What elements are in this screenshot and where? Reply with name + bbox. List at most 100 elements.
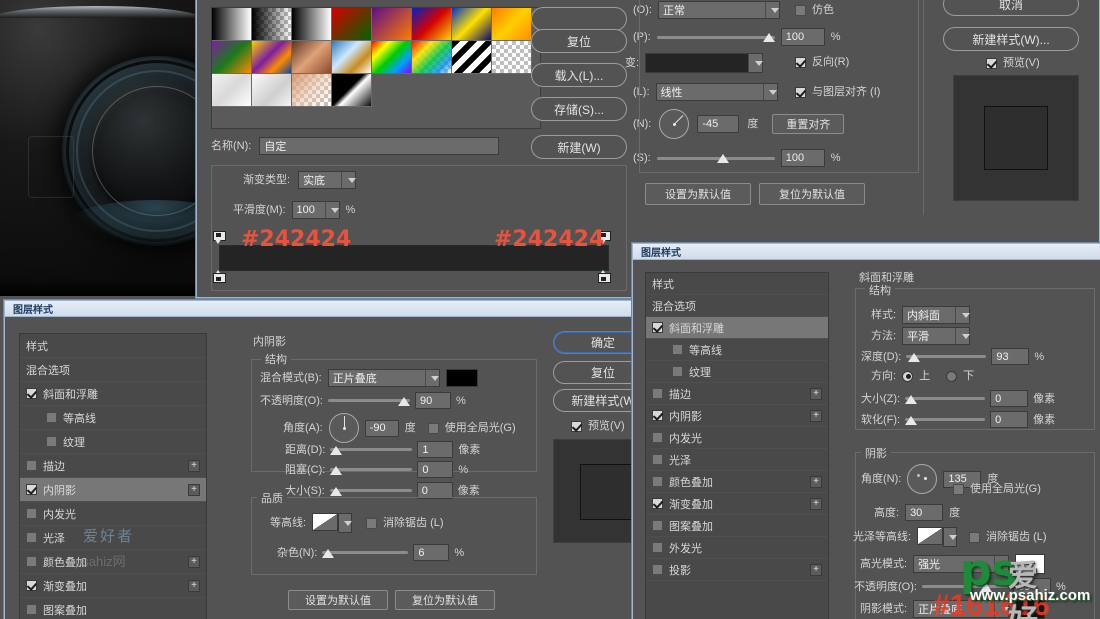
- chevron-down-icon[interactable]: [424, 370, 440, 386]
- gradient-preset-violet-orange[interactable]: [372, 8, 412, 41]
- is-global-light-checkbox[interactable]: [427, 422, 439, 434]
- blending-options-row[interactable]: 混合选项: [646, 295, 828, 317]
- is-size-slider[interactable]: [329, 484, 412, 498]
- effect-checkbox[interactable]: [26, 556, 37, 567]
- chevron-down-icon[interactable]: [943, 527, 958, 547]
- is-noise-input[interactable]: 6: [413, 544, 450, 561]
- effect-row-8[interactable]: 渐变叠加 +: [20, 574, 206, 598]
- effect-checkbox[interactable]: [672, 366, 683, 377]
- gradient-preset-steel-bar[interactable]: [212, 74, 252, 107]
- effect-checkbox[interactable]: [652, 542, 663, 553]
- gradient-save-button[interactable]: 存储(S)...: [531, 97, 627, 121]
- effect-row-1[interactable]: 等高线: [20, 406, 206, 430]
- effect-checkbox[interactable]: [652, 388, 663, 399]
- add-effect-icon[interactable]: +: [188, 483, 200, 496]
- gradient-preset-chrome[interactable]: [332, 41, 372, 74]
- effect-checkbox[interactable]: [26, 532, 37, 543]
- gradient-smoothness-input[interactable]: 100: [291, 201, 340, 219]
- effect-checkbox[interactable]: [26, 484, 37, 495]
- effect-row-0[interactable]: 斜面和浮雕: [20, 382, 206, 406]
- is-contour-thumbnail[interactable]: [312, 513, 339, 531]
- bevel-angle-dial[interactable]: [907, 464, 938, 494]
- bevel-direction-down-radio[interactable]: [946, 370, 958, 382]
- add-effect-icon[interactable]: +: [810, 475, 822, 488]
- gradient-type-select[interactable]: 实底: [298, 171, 357, 189]
- chevron-down-icon[interactable]: [338, 513, 353, 533]
- effect-row-4[interactable]: 内阴影 +: [20, 478, 206, 502]
- gradient-preset-red-green[interactable]: [332, 8, 372, 41]
- chevron-down-icon[interactable]: [955, 307, 970, 323]
- effect-checkbox[interactable]: [652, 564, 663, 575]
- bevel-size-input[interactable]: 0: [990, 390, 1029, 407]
- add-effect-icon[interactable]: +: [810, 409, 822, 422]
- gradient-preset-blue-red-yellow[interactable]: [412, 8, 452, 41]
- is-blendmode-select[interactable]: 正片叠底: [327, 369, 440, 387]
- add-effect-icon[interactable]: +: [188, 579, 200, 592]
- bevel-technique-select[interactable]: 平滑: [902, 327, 971, 345]
- bevel-highlight-mode-select[interactable]: 强光: [913, 555, 1010, 573]
- effect-row-8[interactable]: 渐变叠加 +: [646, 493, 828, 515]
- is-color-swatch[interactable]: [445, 369, 478, 387]
- bevel-direction-up-radio[interactable]: [902, 370, 914, 382]
- effect-checkbox[interactable]: [652, 432, 663, 443]
- gradient-preset-black-fade[interactable]: [332, 74, 372, 107]
- bevel-depth-slider[interactable]: [906, 350, 987, 364]
- gradient-preset-transparent-stripes[interactable]: [452, 41, 492, 74]
- gradient-preset-foreground-to-background[interactable]: [212, 8, 252, 41]
- ls-preview-checkbox[interactable]: [986, 57, 997, 69]
- effect-row-2[interactable]: 纹理: [20, 430, 206, 454]
- bevel-highlight-color-swatch[interactable]: [1015, 554, 1046, 574]
- effect-row-9[interactable]: 图案叠加: [646, 515, 828, 537]
- effect-checkbox[interactable]: [672, 344, 683, 355]
- is-choke-input[interactable]: 0: [417, 461, 454, 478]
- styles-header-row[interactable]: 样式: [646, 273, 828, 295]
- effect-checkbox[interactable]: [652, 322, 663, 333]
- bevel-style-select[interactable]: 内斜面: [902, 306, 971, 324]
- go-reset-default-button[interactable]: 复位为默认值: [759, 183, 865, 205]
- bevel-highlight-opacity-input[interactable]: 69: [1012, 578, 1051, 595]
- gradient-load-button[interactable]: 载入(L)...: [531, 63, 627, 87]
- is-reset-default-button[interactable]: 复位为默认值: [395, 590, 495, 610]
- effect-row-11[interactable]: 投影 +: [646, 559, 828, 581]
- bevel-soften-slider[interactable]: [905, 413, 986, 427]
- is-distance-input[interactable]: 1: [417, 441, 454, 458]
- chevron-down-icon[interactable]: [341, 172, 356, 188]
- effect-row-2[interactable]: 纹理: [646, 361, 828, 383]
- gradient-preset-spectrum[interactable]: [372, 41, 412, 74]
- gradient-name-input[interactable]: 自定: [259, 137, 500, 155]
- bevel-shadow-color-swatch[interactable]: [1015, 599, 1046, 619]
- effect-row-1[interactable]: 等高线: [646, 339, 828, 361]
- go-set-default-button[interactable]: 设置为默认值: [645, 183, 751, 205]
- is-angle-dial[interactable]: [328, 413, 359, 443]
- add-effect-icon[interactable]: +: [188, 555, 200, 568]
- effect-checkbox[interactable]: [652, 454, 663, 465]
- effect-checkbox[interactable]: [46, 412, 57, 423]
- bevel-soften-input[interactable]: 0: [990, 411, 1029, 428]
- gradient-stop-top-left[interactable]: [213, 231, 226, 244]
- effect-row-5[interactable]: 内发光: [20, 502, 206, 526]
- effect-checkbox[interactable]: [652, 410, 663, 421]
- ls-new-style-button[interactable]: 新建样式(W)...: [943, 27, 1079, 51]
- chevron-down-icon[interactable]: [955, 328, 970, 344]
- effect-checkbox[interactable]: [26, 508, 37, 519]
- gradient-preset-yellow-violet-orange-blue[interactable]: [252, 41, 292, 74]
- effect-row-7[interactable]: 颜色叠加 +: [20, 550, 206, 574]
- gradient-preset-copper[interactable]: [292, 41, 332, 74]
- chevron-down-icon[interactable]: [324, 202, 340, 218]
- bevel-gloss-contour-thumbnail[interactable]: [917, 527, 944, 545]
- add-effect-icon[interactable]: +: [810, 387, 822, 400]
- gradient-stop-bottom-left[interactable]: [213, 270, 226, 283]
- effect-row-9[interactable]: 图案叠加: [20, 598, 206, 619]
- gradient-presets-panel[interactable]: [211, 7, 541, 129]
- effect-row-0[interactable]: 斜面和浮雕: [646, 317, 828, 339]
- is-noise-slider[interactable]: [322, 546, 409, 560]
- bevel-highlight-opacity-slider[interactable]: [921, 580, 1008, 594]
- gradient-preset-copper-fade[interactable]: [292, 74, 332, 107]
- gradient-preset-blue-yellow-blue[interactable]: [452, 8, 492, 41]
- blending-options-row[interactable]: 混合选项: [20, 358, 206, 382]
- is-distance-slider[interactable]: [330, 443, 413, 457]
- bevel-shadow-mode-select[interactable]: 正片叠底: [913, 600, 1010, 618]
- gradient-ok-button[interactable]: [531, 7, 627, 31]
- effect-checkbox[interactable]: [26, 460, 37, 471]
- chevron-down-icon[interactable]: [994, 601, 1009, 617]
